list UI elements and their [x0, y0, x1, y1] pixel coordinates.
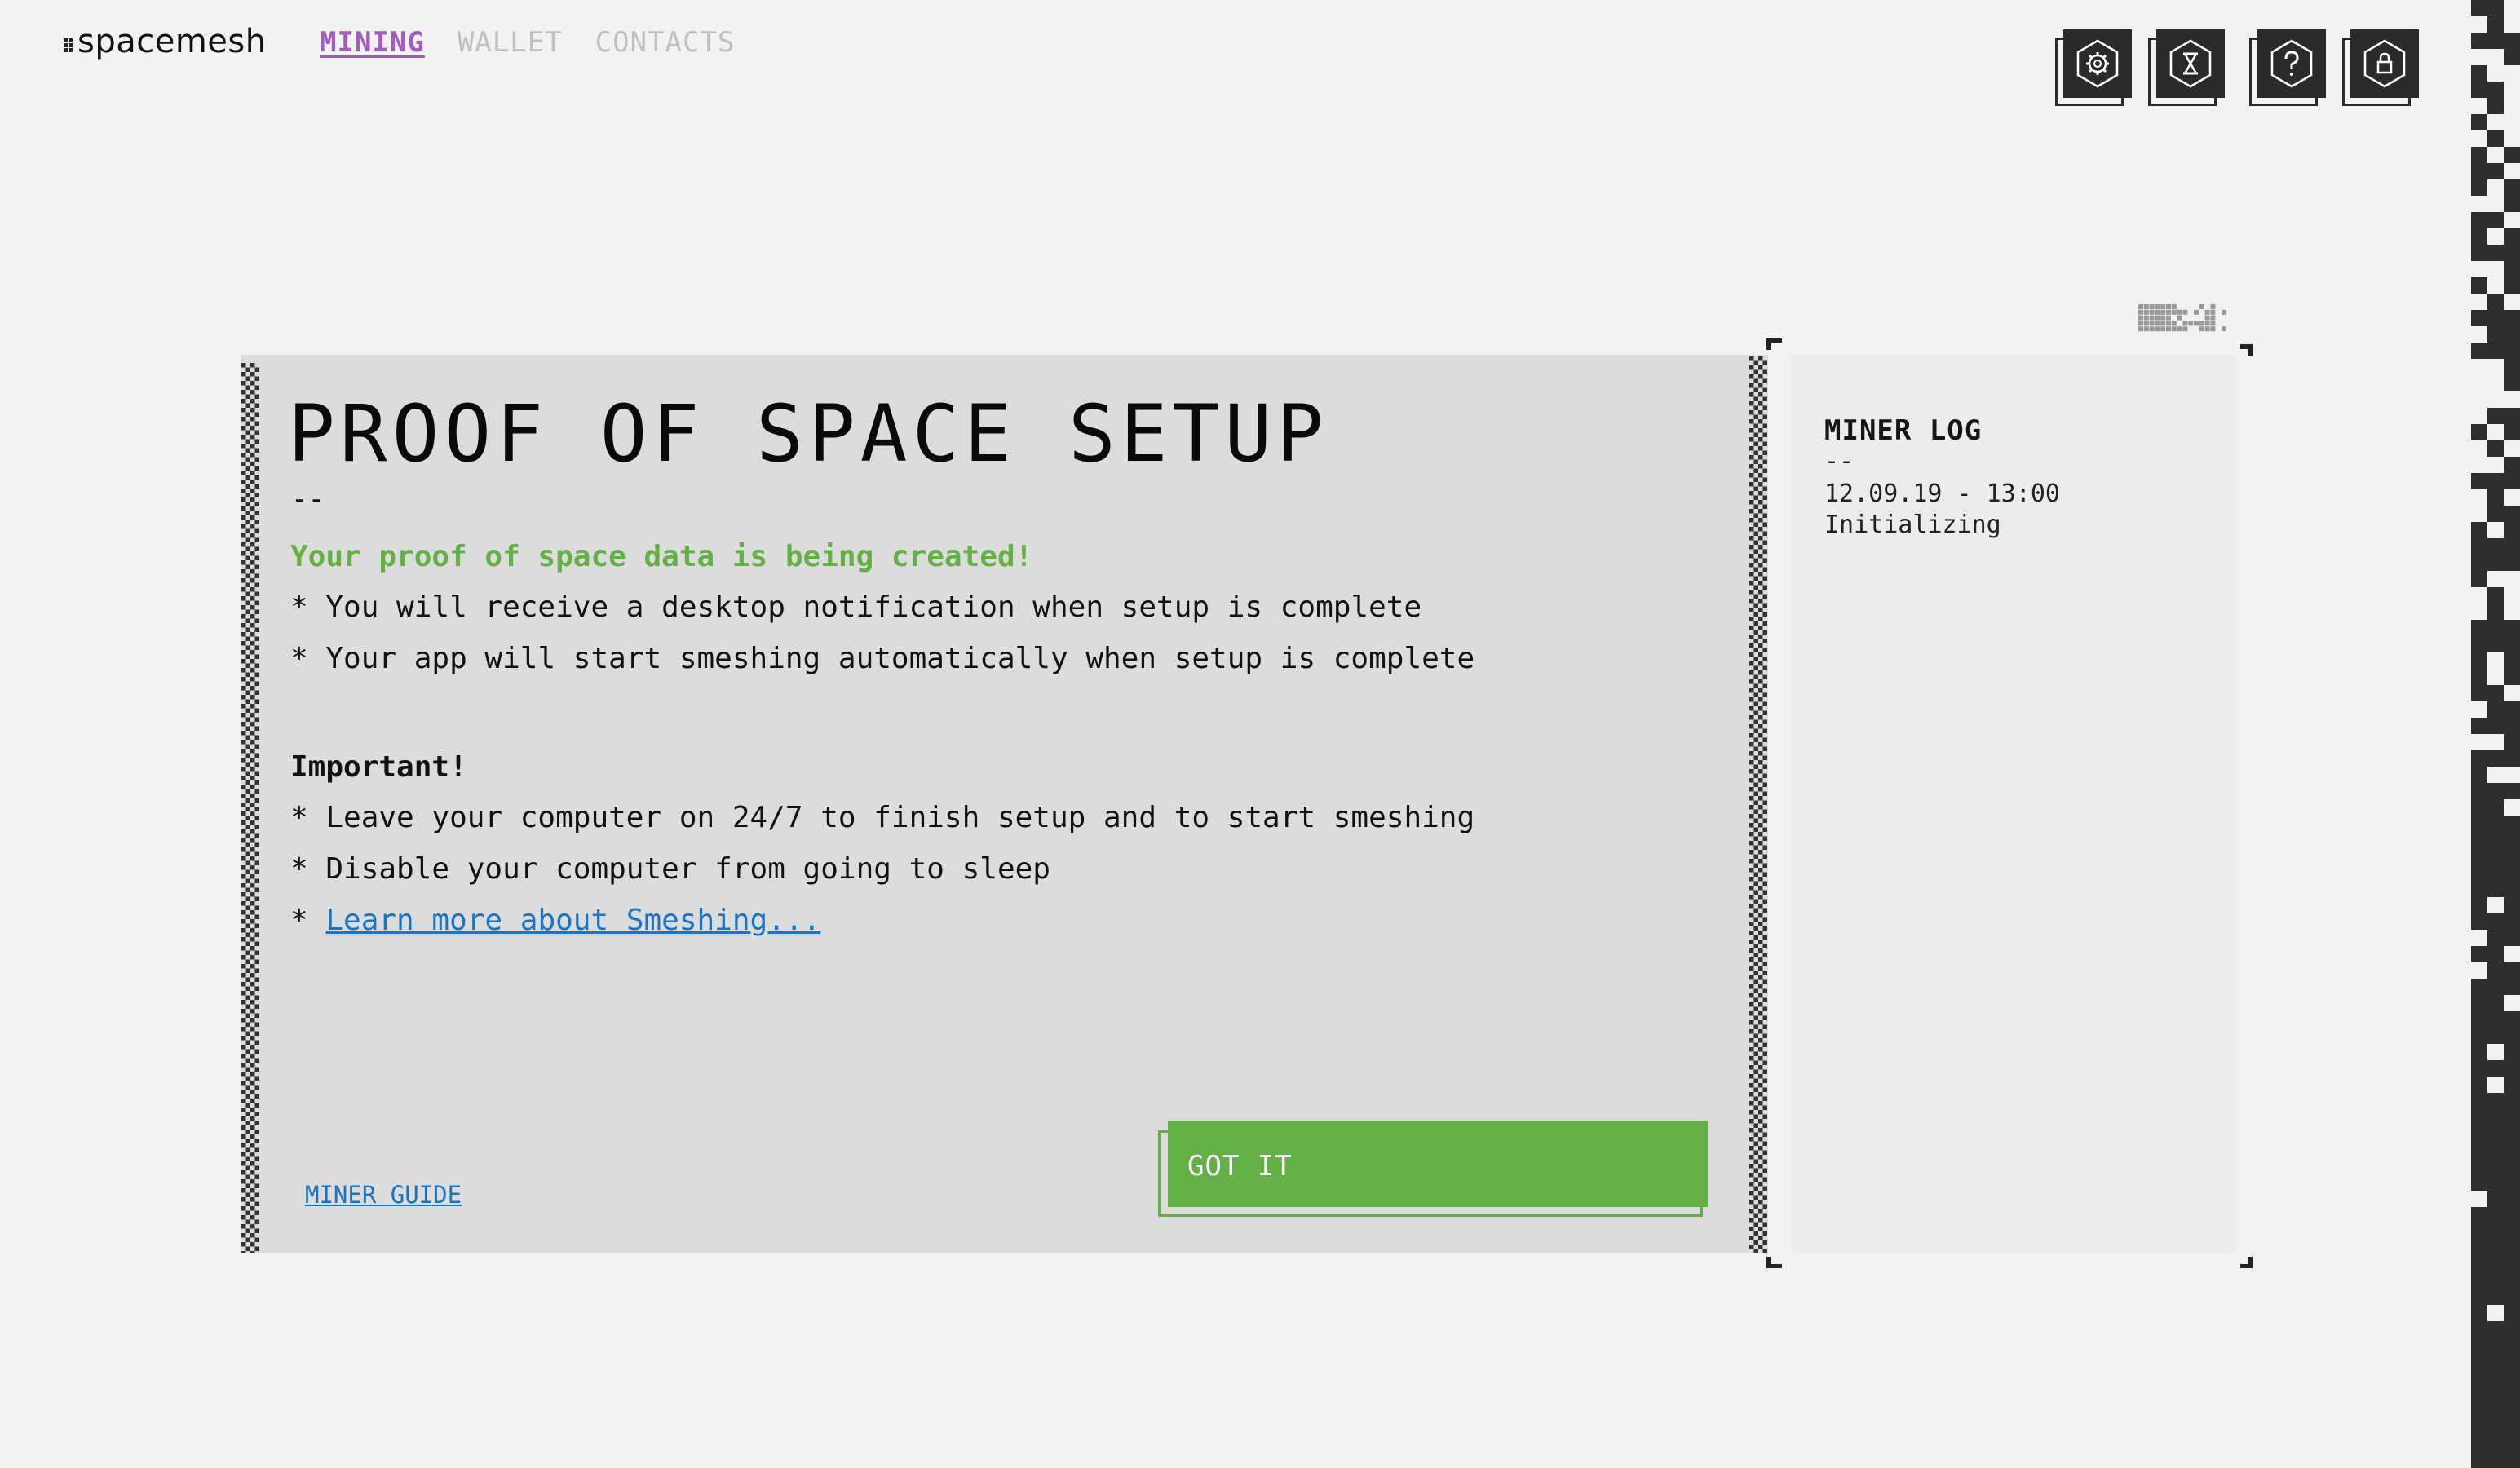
- learn-more-link[interactable]: Learn more about Smeshing...: [325, 904, 820, 937]
- nav-item-contacts[interactable]: CONTACTS: [595, 26, 736, 59]
- important-bullet: * Disable your computer from going to sl…: [290, 852, 1050, 886]
- settings-icon: [2076, 39, 2119, 88]
- settings-button[interactable]: [2055, 29, 2133, 108]
- got-it-button[interactable]: GOT IT: [1158, 1121, 1708, 1217]
- logo-text: spacemesh: [77, 23, 267, 60]
- setup-bullet: * You will receive a desktop notificatio…: [290, 590, 1422, 624]
- lock-button[interactable]: [2342, 29, 2421, 108]
- bullet-marker: *: [290, 904, 326, 937]
- nav-item-mining[interactable]: MINING: [320, 26, 425, 59]
- important-heading: Important!: [290, 750, 467, 784]
- pixel-decoration: [2138, 304, 2226, 332]
- hourglass-icon: [2169, 39, 2212, 88]
- checker-decoration: [2471, 0, 2520, 1468]
- help-button[interactable]: [2249, 29, 2328, 108]
- page-title: PROOF OF SPACE SETUP: [288, 388, 1329, 480]
- title-divider: --: [291, 483, 325, 515]
- help-icon: [2270, 39, 2313, 88]
- spacemesh-logo[interactable]: spacemesh: [64, 23, 267, 60]
- log-entry-timestamp: 12.09.19 - 13:00: [1824, 480, 2060, 508]
- miner-log-divider: --: [1824, 447, 1855, 475]
- miner-log-title: MINER LOG: [1824, 414, 1983, 447]
- learn-more-line: * Learn more about Smeshing...: [290, 904, 820, 937]
- card-left-checker-border: [241, 363, 259, 1253]
- setup-headline: Your proof of space data is being create…: [290, 540, 1033, 573]
- miner-guide-link[interactable]: MINER GUIDE: [305, 1181, 462, 1209]
- log-panel-corner-brackets: [1766, 338, 2253, 1268]
- important-bullet: * Leave your computer on 24/7 to finish …: [290, 801, 1475, 834]
- lock-icon: [2363, 39, 2406, 88]
- setup-bullet: * Your app will start smeshing automatic…: [290, 642, 1475, 675]
- top-bar: spacemesh MINING WALLET CONTACTS: [0, 0, 2520, 106]
- log-entry-status: Initializing: [1824, 511, 2001, 539]
- nav-item-wallet[interactable]: WALLET: [458, 26, 563, 59]
- card-right-checker-border: [1749, 356, 1767, 1253]
- main-nav: MINING WALLET CONTACTS: [320, 26, 735, 59]
- logo-mark-icon: [64, 38, 73, 52]
- got-it-label: GOT IT: [1187, 1150, 1293, 1183]
- timer-button[interactable]: [2148, 29, 2226, 108]
